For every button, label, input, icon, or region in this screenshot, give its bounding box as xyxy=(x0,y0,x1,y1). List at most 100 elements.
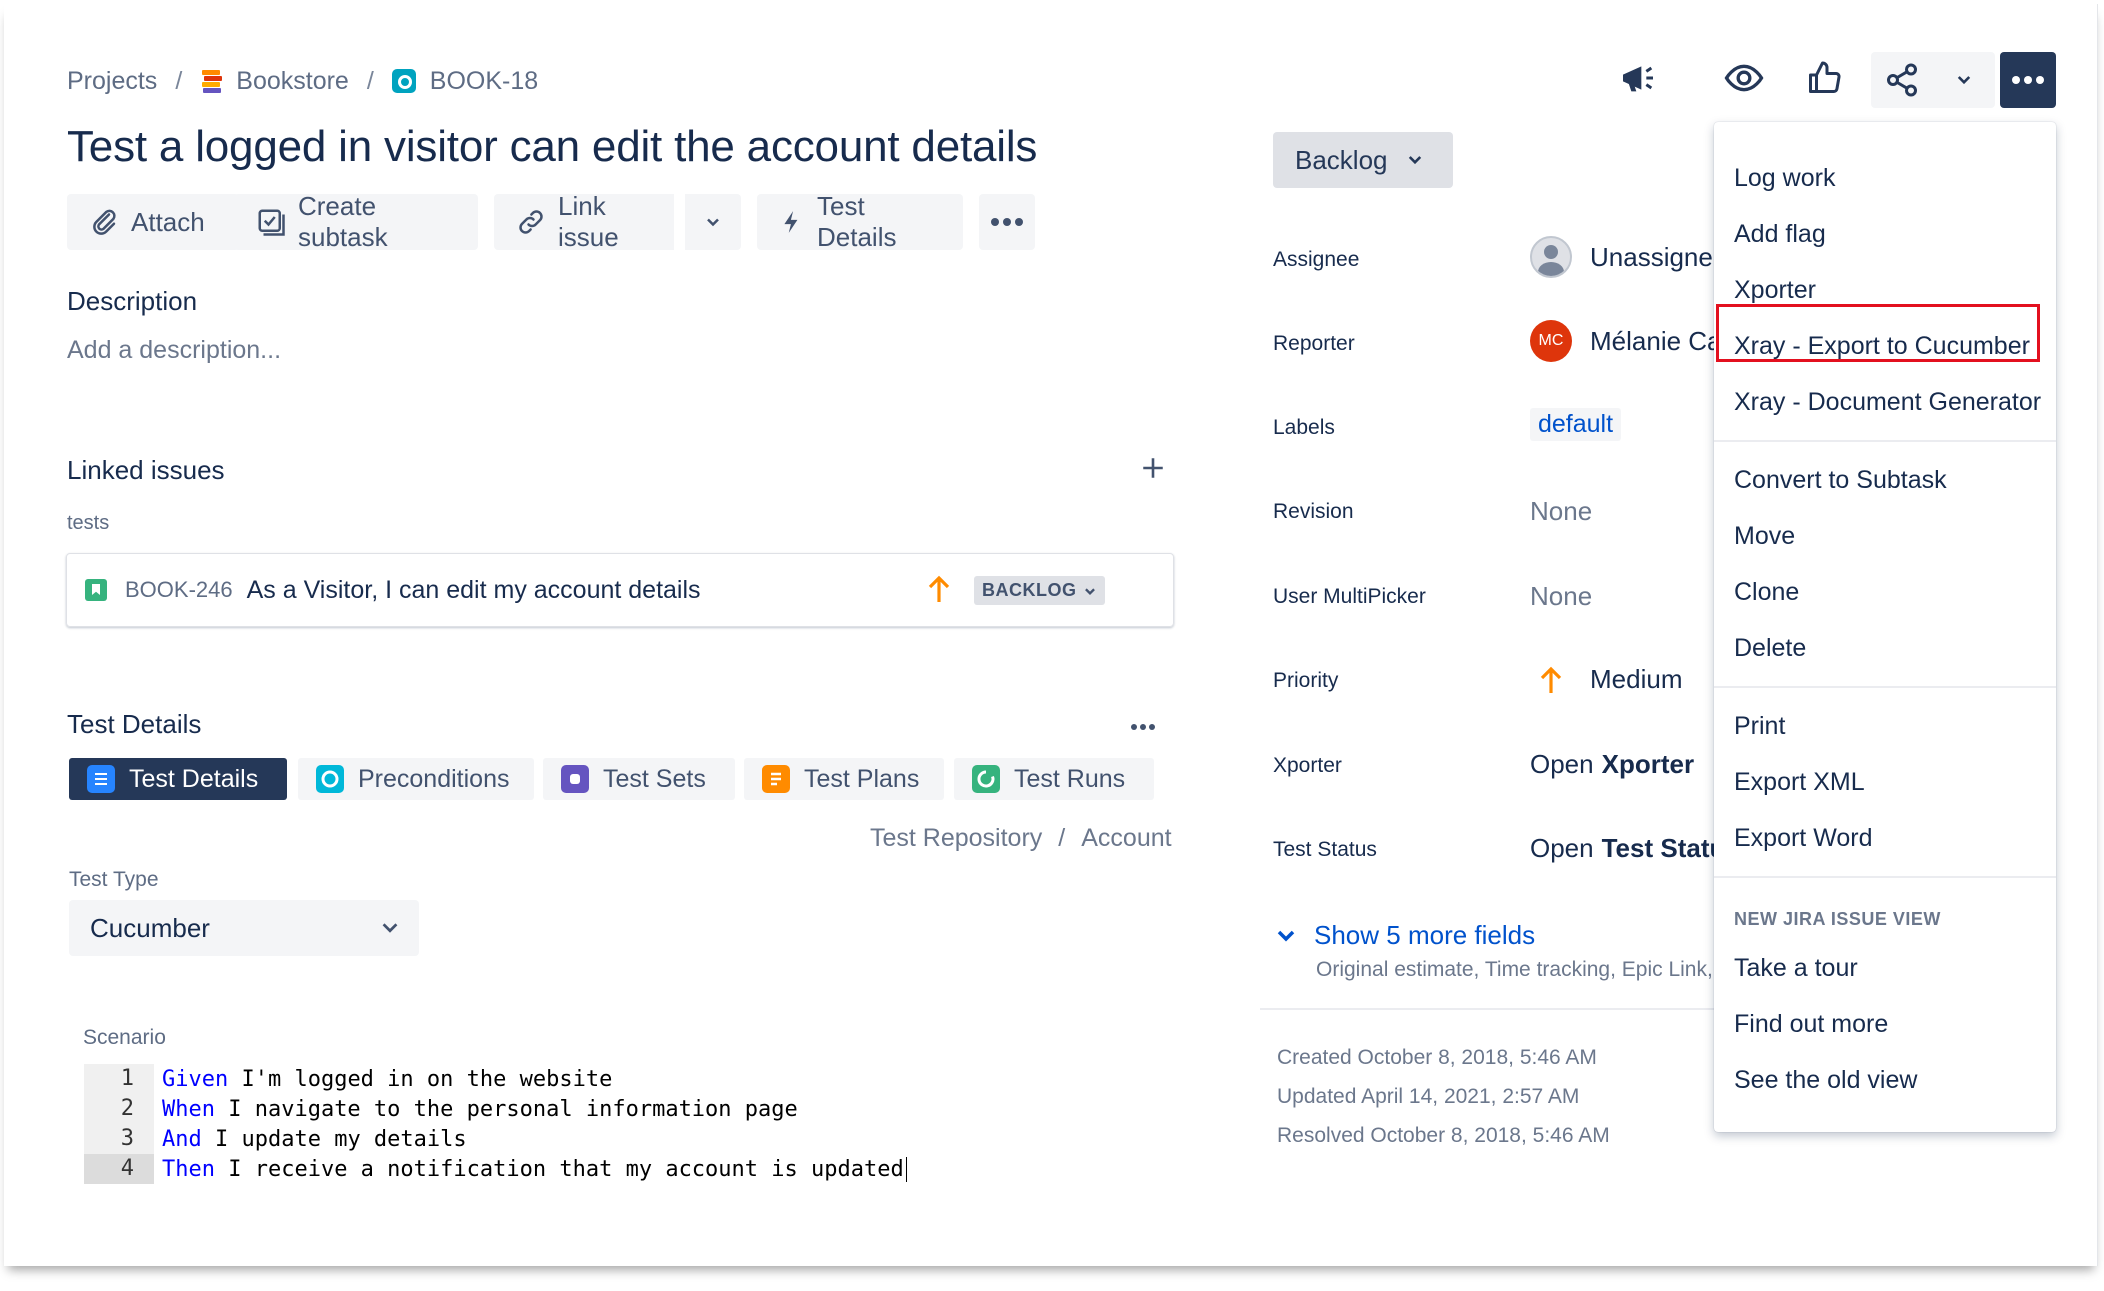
test-issue-type-icon xyxy=(391,69,416,93)
watch-button[interactable] xyxy=(1720,52,1768,104)
more-actions-menu: Log work Add flag Xporter Xray - Export … xyxy=(1714,122,2056,1132)
step-text: I receive a notification that my account… xyxy=(214,1156,904,1182)
resolved-date: Resolved October 8, 2018, 5:46 AM xyxy=(1277,1124,1610,1147)
test-set-icon xyxy=(561,765,589,793)
menu-item-print[interactable]: Print xyxy=(1714,698,2056,754)
tab-test-runs[interactable]: Test Runs xyxy=(954,758,1154,800)
avatar xyxy=(1530,236,1572,278)
list-icon xyxy=(87,765,115,793)
test-type-select[interactable]: Cucumber xyxy=(69,900,419,956)
menu-item-xray-export-cucumber[interactable]: Xray - Export to Cucumber xyxy=(1714,318,2056,374)
step-text: I navigate to the personal information p… xyxy=(214,1096,798,1122)
breadcrumb-issue[interactable]: BOOK-18 xyxy=(391,66,539,96)
menu-item-log-work[interactable]: Log work xyxy=(1714,150,2056,206)
line-number: 4 xyxy=(84,1154,154,1184)
add-linked-issue-button[interactable] xyxy=(1140,455,1166,486)
linked-issue-key[interactable]: BOOK-246 xyxy=(125,577,233,603)
link-issue-label: Link issue xyxy=(558,191,619,252)
menu-item-xray-document-generator[interactable]: Xray - Document Generator xyxy=(1714,374,2056,430)
gherkin-keyword: And xyxy=(162,1126,202,1152)
priority-medium-icon xyxy=(1540,666,1562,693)
show-more-fields-button[interactable]: Show 5 more fields xyxy=(1274,920,1535,951)
linked-issue-status[interactable]: BACKLOG xyxy=(974,576,1105,605)
chevron-down-icon xyxy=(707,218,719,227)
menu-divider xyxy=(1714,686,2056,688)
description-field[interactable]: Add a description... xyxy=(67,336,281,365)
breadcrumb-issue-key: BOOK-18 xyxy=(429,66,539,95)
breadcrumb-project[interactable]: Bookstore xyxy=(200,67,349,96)
tab-label: Test Sets xyxy=(603,764,706,793)
share-dropdown-button[interactable] xyxy=(1933,54,1995,106)
menu-item-take-a-tour[interactable]: Take a tour xyxy=(1714,940,2056,996)
xporter-link[interactable]: Xporter xyxy=(1602,749,1694,780)
scenario-editor[interactable]: 1 Given I'm logged in on the website 2 W… xyxy=(84,1064,907,1184)
issue-title[interactable]: Test a logged in visitor can edit the ac… xyxy=(67,122,1037,172)
test-details-more-button[interactable] xyxy=(1130,718,1156,736)
repository-folder-link[interactable]: Account xyxy=(1081,824,1171,853)
link-issue-button[interactable]: Link issue xyxy=(494,191,674,252)
plus-icon xyxy=(1143,458,1163,478)
label-tag[interactable]: default xyxy=(1530,408,1622,441)
reporter-value[interactable]: MC Mélanie Ca xyxy=(1530,320,1722,362)
test-status-value[interactable]: Open Test Status xyxy=(1530,833,1740,864)
priority-value[interactable]: Medium xyxy=(1530,664,1682,695)
menu-item-add-flag[interactable]: Add flag xyxy=(1714,206,2056,262)
link-issue-dropdown-button[interactable] xyxy=(685,194,741,250)
menu-item-see-old-view[interactable]: See the old view xyxy=(1714,1052,2056,1108)
tab-test-sets[interactable]: Test Sets xyxy=(543,758,735,800)
linked-issue-summary[interactable]: As a Visitor, I can edit my account deta… xyxy=(247,576,701,605)
tab-test-plans[interactable]: Test Plans xyxy=(744,758,944,800)
menu-item-xporter[interactable]: Xporter xyxy=(1714,262,2056,318)
priority-label: Priority xyxy=(1273,669,1339,692)
more-actions-button[interactable] xyxy=(979,194,1035,250)
create-subtask-button[interactable]: Create subtask xyxy=(234,191,478,252)
tab-preconditions[interactable]: Preconditions xyxy=(298,758,534,800)
menu-item-clone[interactable]: Clone xyxy=(1714,564,2056,620)
menu-item-convert-to-subtask[interactable]: Convert to Subtask xyxy=(1714,452,2056,508)
more-horizontal-icon xyxy=(991,218,1023,226)
issue-more-button[interactable] xyxy=(2000,52,2056,108)
feedback-button[interactable] xyxy=(1614,52,1662,104)
gherkin-keyword: When xyxy=(162,1096,215,1122)
attach-button[interactable]: Attach xyxy=(67,194,239,250)
chevron-down-icon xyxy=(1408,156,1421,165)
vote-button[interactable] xyxy=(1800,52,1848,104)
menu-item-find-out-more[interactable]: Find out more xyxy=(1714,996,2056,1052)
test-details-label: Test Details xyxy=(817,191,897,252)
step-text: I update my details xyxy=(201,1126,467,1152)
user-multipicker-value[interactable]: None xyxy=(1530,581,1592,612)
show-more-fields-label: Show 5 more fields xyxy=(1314,920,1536,950)
menu-item-export-xml[interactable]: Export XML xyxy=(1714,754,2056,810)
description-heading: Description xyxy=(67,286,198,316)
labels-value[interactable]: default xyxy=(1530,408,1622,441)
menu-item-delete[interactable]: Delete xyxy=(1714,620,2056,676)
linked-issues-heading: Linked issues xyxy=(67,455,225,485)
code-line: 1 Given I'm logged in on the website xyxy=(84,1064,907,1094)
tab-test-details[interactable]: Test Details xyxy=(69,758,287,800)
test-plan-icon xyxy=(762,765,790,793)
assignee-value[interactable]: Unassigned xyxy=(1530,236,1727,278)
priority-name: Medium xyxy=(1590,664,1683,694)
revision-value[interactable]: None xyxy=(1530,496,1592,527)
chevron-down-icon xyxy=(1084,587,1095,595)
test-status-prefix: Open xyxy=(1530,833,1594,863)
status-button[interactable]: Backlog xyxy=(1273,132,1453,188)
repository-root-link[interactable]: Test Repository xyxy=(870,824,1042,853)
status-label: Backlog xyxy=(1295,144,1388,175)
menu-item-export-word[interactable]: Export Word xyxy=(1714,810,2056,866)
code-line: 2 When I navigate to the personal inform… xyxy=(84,1094,907,1124)
linked-issue-row[interactable]: BOOK-246 As a Visitor, I can edit my acc… xyxy=(66,553,1174,627)
user-multipicker-label: User MultiPicker xyxy=(1273,585,1426,608)
text-cursor xyxy=(905,1156,907,1182)
breadcrumb-projects[interactable]: Projects xyxy=(67,67,157,96)
menu-item-move[interactable]: Move xyxy=(1714,508,2056,564)
share-button[interactable] xyxy=(1871,54,1933,106)
xporter-value[interactable]: Open Xporter xyxy=(1530,749,1694,780)
code-line: 4 Then I receive a notification that my … xyxy=(84,1154,907,1184)
eye-icon xyxy=(1724,64,1764,92)
lightning-icon xyxy=(784,211,798,233)
breadcrumb-project-label: Bookstore xyxy=(236,66,349,95)
reporter-label: Reporter xyxy=(1273,332,1355,355)
test-details-button[interactable]: Test Details xyxy=(757,191,963,252)
more-horizontal-icon xyxy=(1131,724,1155,730)
